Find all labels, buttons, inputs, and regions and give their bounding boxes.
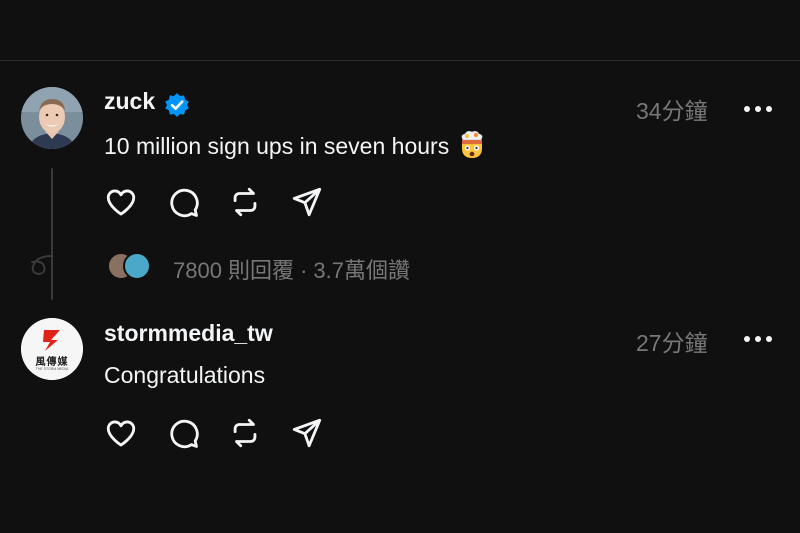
post-timestamp: 34分鐘 — [636, 98, 708, 124]
share-icon[interactable] — [290, 185, 324, 219]
more-icon[interactable] — [743, 330, 773, 348]
post-username[interactable]: zuck — [104, 88, 155, 115]
share-icon[interactable] — [290, 416, 324, 450]
heart-icon[interactable] — [104, 185, 138, 219]
avatar-logo-text: 風傳媒 — [35, 357, 69, 368]
post-text: Congratulations — [104, 362, 266, 388]
repost-icon[interactable] — [228, 416, 262, 450]
thread-curl-icon — [26, 252, 56, 287]
stats-text: 7800 則回覆 · 3.7萬個讚 — [173, 253, 410, 285]
avatar[interactable]: 風傳媒 THE STORM MEDIA — [21, 318, 83, 380]
post-text-content: 10 million sign ups in seven hours — [104, 133, 450, 160]
comment-icon[interactable] — [166, 416, 200, 450]
reply-count[interactable]: 7800 則回覆 — [173, 258, 294, 283]
post-timestamp: 27分鐘 — [636, 330, 708, 356]
more-icon[interactable] — [743, 100, 773, 118]
verified-icon — [164, 92, 190, 123]
replier-avatar — [123, 252, 151, 280]
heart-icon[interactable] — [104, 416, 138, 450]
top-divider — [0, 60, 800, 61]
stats-separator: · — [300, 258, 308, 283]
post-text: 10 million sign ups in seven hours — [104, 130, 487, 166]
comment-icon[interactable] — [166, 185, 200, 219]
avatar-logo-subtext: THE STORM MEDIA — [35, 367, 69, 371]
like-count[interactable]: 3.7萬個讚 — [313, 258, 410, 283]
post-username[interactable]: stormmedia_tw — [104, 320, 273, 347]
repost-icon[interactable] — [228, 185, 262, 219]
avatar[interactable] — [21, 87, 83, 149]
exploding-head-icon — [457, 130, 487, 166]
